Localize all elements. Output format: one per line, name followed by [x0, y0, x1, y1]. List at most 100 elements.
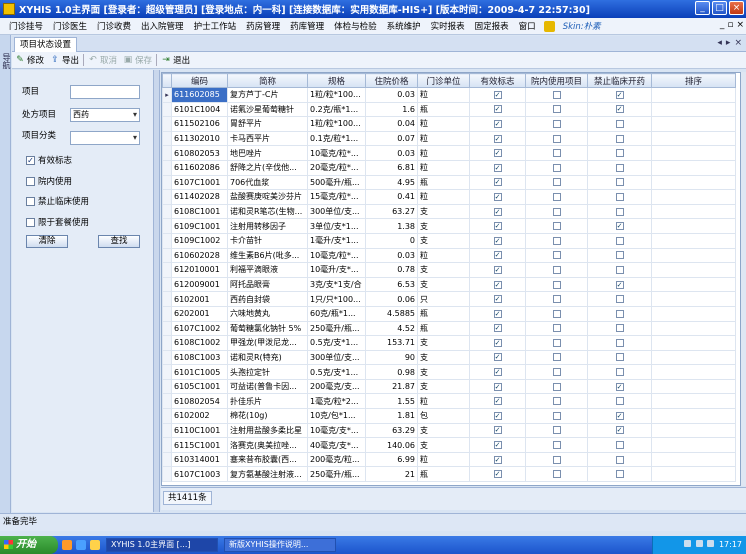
inhouse-checkbox[interactable]	[552, 397, 561, 406]
table-row[interactable]: 6202001 六味地黄丸 60克/瓶*1... 4.5885 瓶 ✓	[162, 305, 736, 322]
ban-checkbox[interactable]	[615, 309, 624, 318]
valid-checkbox[interactable]: ✓	[493, 192, 502, 201]
inhouse-checkbox[interactable]	[552, 251, 561, 260]
menu-realtime-report[interactable]: 实时报表	[426, 20, 470, 32]
inhouse-checkbox[interactable]	[552, 192, 561, 201]
cell-spec[interactable]: 10毫克/粒*...	[307, 247, 366, 264]
cell-name[interactable]: 卡马西平片	[227, 130, 308, 147]
cell-price[interactable]: 4.95	[365, 174, 418, 191]
mdi-close-icon[interactable]: ×	[736, 20, 744, 30]
cell-spec[interactable]: 0.2克/瓶*1...	[307, 101, 366, 118]
table-row[interactable]: 6115C1001 洛赛克(奥美拉唑... 40毫克/支*... 140.06 支 ✓	[162, 437, 736, 453]
menu-nurse-station[interactable]: 护士工作站	[189, 20, 242, 32]
cell-price[interactable]: 0.03	[365, 87, 418, 103]
cell-price[interactable]: 6.99	[365, 451, 418, 468]
grid-scrollbar[interactable]	[741, 72, 746, 486]
cell-sort[interactable]	[651, 276, 736, 293]
cell-code[interactable]: 6109C1001	[171, 218, 228, 234]
cell-code[interactable]: 6101C1004	[171, 101, 228, 118]
ban-checkbox[interactable]	[615, 207, 624, 216]
table-row[interactable]: 6101C1005 头孢拉定针 0.5克/支*1... 0.98 支 ✓	[162, 364, 736, 380]
table-row[interactable]: 6101C1004 诺氟沙星葡萄糖针 0.2克/瓶*1... 1.6 瓶 ✓ ✓	[162, 101, 736, 118]
cell-name[interactable]: 注射用盐酸多柔比星	[227, 422, 308, 439]
cell-price[interactable]: 0.78	[365, 262, 418, 278]
cell-price[interactable]: 0.03	[365, 145, 418, 161]
banned-checkbox[interactable]	[26, 196, 35, 206]
cell-spec[interactable]: 0.5克/支*1...	[307, 364, 366, 380]
table-row[interactable]: 611402028 盐酸赛庚啶美沙芬片 15毫克/粒*... 0.41 粒 ✓	[162, 189, 736, 205]
cell-price[interactable]: 0.98	[365, 364, 418, 380]
cell-code[interactable]: 6105C1001	[171, 378, 228, 395]
table-row[interactable]: 610802053 地巴唑片 10毫克/粒*... 0.03 粒 ✓	[162, 145, 736, 161]
menu-outpatient-register[interactable]: 门诊挂号	[4, 20, 48, 32]
cell-price[interactable]: 140.06	[365, 437, 418, 453]
cell-price[interactable]: 21.87	[365, 378, 418, 395]
cell-spec[interactable]: 0.5克/支*1...	[307, 335, 366, 351]
inhouse-checkbox[interactable]	[552, 90, 561, 99]
valid-checkbox[interactable]: ✓	[26, 155, 35, 165]
cell-name[interactable]: 706代血浆	[227, 174, 308, 191]
banned-checkbox-row[interactable]: 禁止临床使用	[26, 195, 89, 207]
valid-checkbox[interactable]: ✓	[493, 236, 502, 245]
cell-sort[interactable]	[651, 203, 736, 220]
inhouse-checkbox[interactable]	[552, 470, 561, 479]
cell-spec[interactable]: 15毫克/粒*...	[307, 189, 366, 205]
header-valid[interactable]: 有效标志	[469, 73, 526, 88]
inhouse-checkbox[interactable]	[552, 134, 561, 143]
valid-checkbox[interactable]: ✓	[493, 222, 502, 231]
category-select[interactable]	[70, 131, 140, 145]
cell-sort[interactable]	[651, 466, 736, 483]
cell-unit[interactable]: 支	[417, 437, 470, 453]
exit-button[interactable]: ⇥ 退出	[161, 54, 190, 66]
ban-checkbox[interactable]	[615, 441, 624, 450]
cell-code[interactable]: 6107C1002	[171, 320, 228, 337]
cell-unit[interactable]: 粒	[417, 87, 470, 103]
inhouse-checkbox[interactable]	[552, 368, 561, 377]
cell-unit[interactable]: 支	[417, 349, 470, 366]
table-row[interactable]: 611502106 胃舒平片 1粒/粒*100... 0.04 粒 ✓	[162, 116, 736, 132]
cell-code[interactable]: 6102002	[171, 408, 228, 424]
table-row[interactable]: 610802054 扑佳乐片 1毫克/粒*2... 1.55 粒 ✓	[162, 393, 736, 410]
cell-name[interactable]: 六味地黄丸	[227, 305, 308, 322]
cell-spec[interactable]: 1毫升/支*1...	[307, 232, 366, 249]
menu-window[interactable]: 窗口	[514, 20, 541, 32]
cell-sort[interactable]	[651, 130, 736, 147]
inhouse-checkbox[interactable]	[552, 309, 561, 318]
cell-code[interactable]: 612010001	[171, 262, 228, 278]
valid-checkbox[interactable]: ✓	[493, 265, 502, 274]
inhouse-checkbox[interactable]	[552, 178, 561, 187]
valid-checkbox-row[interactable]: ✓ 有效标志	[26, 154, 72, 166]
ban-checkbox[interactable]: ✓	[615, 90, 624, 99]
inhouse-checkbox[interactable]	[552, 163, 561, 172]
cell-sort[interactable]	[651, 320, 736, 337]
table-row[interactable]: 610314001 塞来昔布胶囊(西... 200毫克/粒... 6.99 粒 ✓	[162, 451, 736, 468]
cell-price[interactable]: 1.38	[365, 218, 418, 234]
header-ban[interactable]: 禁止临床开药	[587, 73, 652, 88]
valid-checkbox[interactable]: ✓	[493, 280, 502, 289]
tray-icon[interactable]	[707, 540, 715, 547]
cell-code[interactable]: 6110C1001	[171, 422, 228, 439]
cell-sort[interactable]	[651, 189, 736, 205]
restrict-checkbox-row[interactable]: 限于套餐使用	[26, 216, 89, 228]
valid-checkbox[interactable]: ✓	[493, 353, 502, 362]
cell-sort[interactable]	[651, 101, 736, 118]
cell-spec[interactable]: 1毫克/粒*2...	[307, 393, 366, 410]
table-row[interactable]: 6102001 西药自封袋 1只/只*100... 0.06 只 ✓	[162, 291, 736, 307]
valid-checkbox[interactable]: ✓	[493, 324, 502, 333]
cell-unit[interactable]: 只	[417, 291, 470, 307]
cell-name[interactable]: 塞来昔布胶囊(西...	[227, 451, 308, 468]
cell-sort[interactable]	[651, 291, 736, 307]
panel-splitter[interactable]	[154, 70, 160, 512]
cell-sort[interactable]	[651, 349, 736, 366]
tab-close-icon[interactable]: ×	[734, 38, 742, 48]
table-row[interactable]: 6107C1002 葡萄糖氯化钠针 5% 250毫升/瓶... 4.52 瓶 ✓	[162, 320, 736, 337]
item-input[interactable]	[70, 85, 140, 99]
cell-code[interactable]: 6108C1003	[171, 349, 228, 366]
cell-code[interactable]: 6107C1001	[171, 174, 228, 191]
cell-code[interactable]: 6101C1005	[171, 364, 228, 380]
cell-name[interactable]: 维生素B6片(吡多...	[227, 247, 308, 264]
cell-unit[interactable]: 支	[417, 378, 470, 395]
table-row[interactable]: ▸ 611602085 复方芦丁-C片 1粒/粒*100... 0.03 粒 ✓ ✓	[162, 87, 736, 103]
ban-checkbox[interactable]	[615, 397, 624, 406]
cell-name[interactable]: 诺和灵R(特充)	[227, 349, 308, 366]
